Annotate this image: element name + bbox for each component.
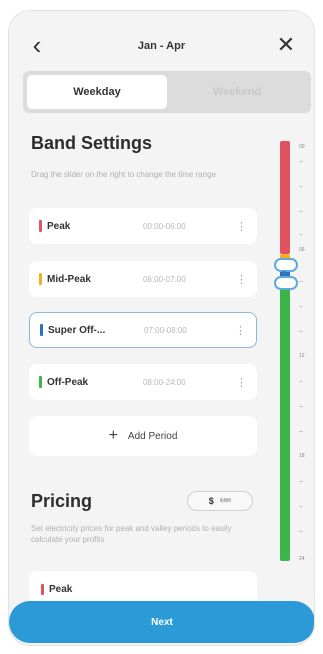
currency-unit-selector[interactable]: $ /kWh [187, 491, 253, 511]
plus-icon: + [108, 427, 118, 444]
tab-weekend[interactable]: Weekend [167, 75, 307, 109]
band-settings-description: Drag the slider on the right to change t… [31, 170, 216, 179]
period-row-super-off-peak[interactable]: Super Off-... 07:00-08:00 ⋮ [29, 312, 257, 348]
slider-tick [299, 281, 303, 282]
period-name: Off-Peak [47, 376, 89, 388]
pricing-description: Set electricity prices for peak and vall… [31, 524, 232, 544]
phone-screen: ‹ Jan - Apr ✕ Weekday Weekend Band Setti… [8, 10, 315, 646]
off-peak-color-bar [39, 376, 42, 388]
slider-tick [299, 381, 303, 382]
period-row-peak[interactable]: Peak 00:00-06:00 ⋮ [29, 208, 257, 244]
slider-tick [299, 406, 303, 407]
slider-label-18: 18 [299, 453, 305, 459]
slider-tick [299, 186, 303, 187]
slider-label-24: 24 [299, 556, 305, 562]
range-handle-lower[interactable] [274, 276, 298, 290]
currency-symbol: $ [208, 496, 214, 506]
peak-color-bar [41, 584, 44, 595]
period-time: 08:00-24:00 [143, 377, 186, 387]
period-row-mid-peak[interactable]: Mid-Peak 06:00-07:00 ⋮ [29, 261, 257, 297]
slider-tick [299, 331, 303, 332]
more-options-icon[interactable]: ⋮ [235, 324, 246, 337]
off-peak-range-segment [280, 287, 290, 561]
peak-color-bar [39, 220, 42, 232]
header: ‹ Jan - Apr ✕ [9, 11, 314, 71]
slider-label-00: 00 [299, 144, 305, 150]
slider-tick [299, 531, 303, 532]
period-name: Super Off-... [48, 324, 106, 336]
tab-weekday[interactable]: Weekday [27, 75, 167, 109]
more-options-icon[interactable]: ⋮ [236, 376, 247, 389]
slider-tick [299, 481, 303, 482]
next-button[interactable]: Next [9, 601, 314, 643]
close-icon[interactable]: ✕ [274, 33, 298, 57]
more-options-icon[interactable]: ⋮ [236, 220, 247, 233]
page-title: Jan - Apr [137, 40, 186, 52]
price-unit: /kWh [219, 498, 232, 504]
more-options-icon[interactable]: ⋮ [236, 273, 247, 286]
day-type-tabs: Weekday Weekend [23, 71, 311, 113]
price-row-name: Peak [49, 584, 73, 595]
pricing-title: Pricing [31, 491, 93, 511]
period-time: 00:00-06:00 [143, 221, 186, 231]
slider-tick [299, 161, 303, 162]
add-period-label: Add Period [127, 430, 178, 442]
mid-peak-color-bar [39, 273, 42, 285]
slider-tick [299, 431, 303, 432]
peak-range-segment [280, 141, 290, 254]
period-name: Mid-Peak [47, 273, 91, 285]
period-time: 06:00-07:00 [143, 274, 186, 284]
period-time: 07:00-08:00 [144, 325, 187, 335]
period-name: Peak [47, 220, 71, 232]
period-row-off-peak[interactable]: Off-Peak 08:00-24:00 ⋮ [29, 364, 257, 400]
slider-label-06: 06 [299, 247, 305, 253]
slider-tick [299, 306, 303, 307]
range-handle-upper[interactable] [274, 258, 298, 272]
slider-tick [299, 234, 303, 235]
slider-tick [299, 506, 303, 507]
band-settings-title: Band Settings [31, 133, 153, 153]
range-handle-dot [282, 271, 286, 275]
slider-tick [299, 211, 303, 212]
super-off-peak-color-bar [40, 324, 43, 336]
slider-label-12: 12 [299, 353, 305, 359]
add-period-button[interactable]: + Add Period [29, 416, 257, 456]
